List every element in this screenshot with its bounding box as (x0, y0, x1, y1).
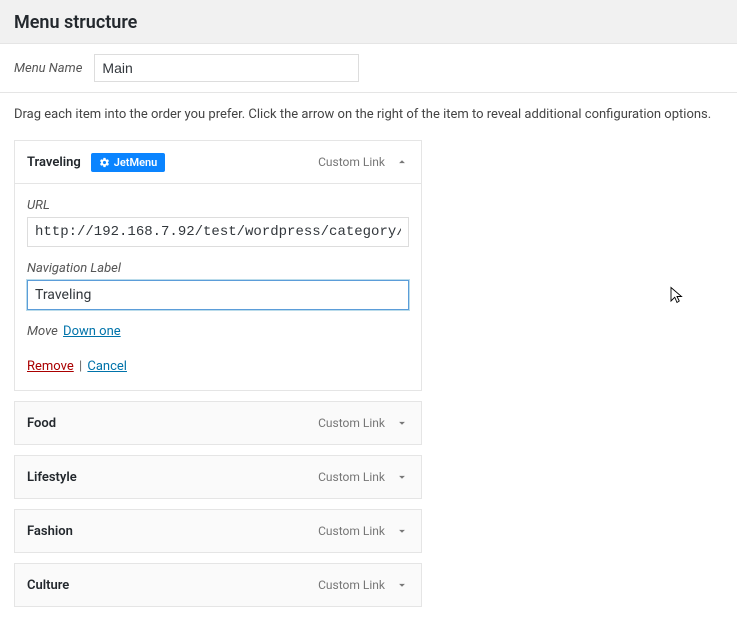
actions-row: Remove | Cancel (27, 359, 409, 374)
menu-item-culture: Culture Custom Link (14, 563, 422, 607)
menu-item-fashion: Fashion Custom Link (14, 509, 422, 553)
move-label: Move (27, 324, 58, 339)
menu-item-traveling: Traveling JetMenu Custom Link URL (14, 140, 422, 391)
menu-item-type: Custom Link (318, 155, 385, 169)
url-label: URL (27, 198, 409, 213)
menu-item-food: Food Custom Link (14, 401, 422, 445)
menu-item-header[interactable]: Culture Custom Link (14, 563, 422, 607)
content-area: Drag each item into the order you prefer… (0, 93, 737, 637)
menu-item-left: Fashion (27, 524, 73, 539)
move-down-link[interactable]: Down one (63, 324, 121, 339)
menu-item-type: Custom Link (318, 578, 385, 592)
menu-item-lifestyle: Lifestyle Custom Link (14, 455, 422, 499)
chevron-down-icon[interactable] (395, 416, 409, 430)
menu-name-bar: Menu Name (0, 43, 737, 93)
menu-item-right: Custom Link (318, 524, 409, 538)
cancel-link[interactable]: Cancel (87, 359, 127, 374)
chevron-down-icon[interactable] (395, 524, 409, 538)
menu-item-type: Custom Link (318, 470, 385, 484)
nav-label-input[interactable] (27, 280, 409, 310)
menu-item-right: Custom Link (318, 155, 409, 169)
menu-name-label: Menu Name (14, 61, 82, 76)
remove-link[interactable]: Remove (27, 359, 74, 374)
menu-item-right: Custom Link (318, 416, 409, 430)
menu-item-left: Traveling JetMenu (27, 153, 165, 172)
url-input[interactable] (27, 217, 409, 247)
menu-item-header[interactable]: Traveling JetMenu Custom Link (14, 140, 422, 184)
nav-label-label: Navigation Label (27, 261, 409, 276)
menu-item-title: Culture (27, 578, 69, 593)
jetmenu-badge-label: JetMenu (114, 156, 158, 169)
jetmenu-badge[interactable]: JetMenu (91, 153, 166, 172)
menu-items-list: Traveling JetMenu Custom Link URL (14, 140, 422, 607)
menu-item-right: Custom Link (318, 578, 409, 592)
menu-item-title: Fashion (27, 524, 73, 539)
nav-label-field-group: Navigation Label (27, 261, 409, 310)
gear-icon (99, 157, 110, 168)
instructions-text: Drag each item into the order you prefer… (14, 107, 723, 122)
menu-item-type: Custom Link (318, 524, 385, 538)
page-title: Menu structure (0, 0, 737, 43)
action-separator: | (79, 359, 82, 374)
move-row: Move Down one (27, 324, 409, 339)
menu-item-title: Lifestyle (27, 470, 77, 485)
menu-name-input[interactable] (94, 54, 359, 82)
menu-item-header[interactable]: Lifestyle Custom Link (14, 455, 422, 499)
chevron-down-icon[interactable] (395, 578, 409, 592)
menu-item-type: Custom Link (318, 416, 385, 430)
menu-item-header[interactable]: Food Custom Link (14, 401, 422, 445)
menu-item-settings: URL Navigation Label Move Down one Remov… (14, 184, 422, 391)
menu-item-header[interactable]: Fashion Custom Link (14, 509, 422, 553)
menu-item-title: Food (27, 416, 56, 431)
url-field-group: URL (27, 198, 409, 247)
menu-item-left: Culture (27, 578, 69, 593)
menu-item-right: Custom Link (318, 470, 409, 484)
menu-item-left: Food (27, 416, 56, 431)
menu-item-left: Lifestyle (27, 470, 77, 485)
menu-item-title: Traveling (27, 155, 81, 170)
chevron-up-icon[interactable] (395, 155, 409, 169)
chevron-down-icon[interactable] (395, 470, 409, 484)
